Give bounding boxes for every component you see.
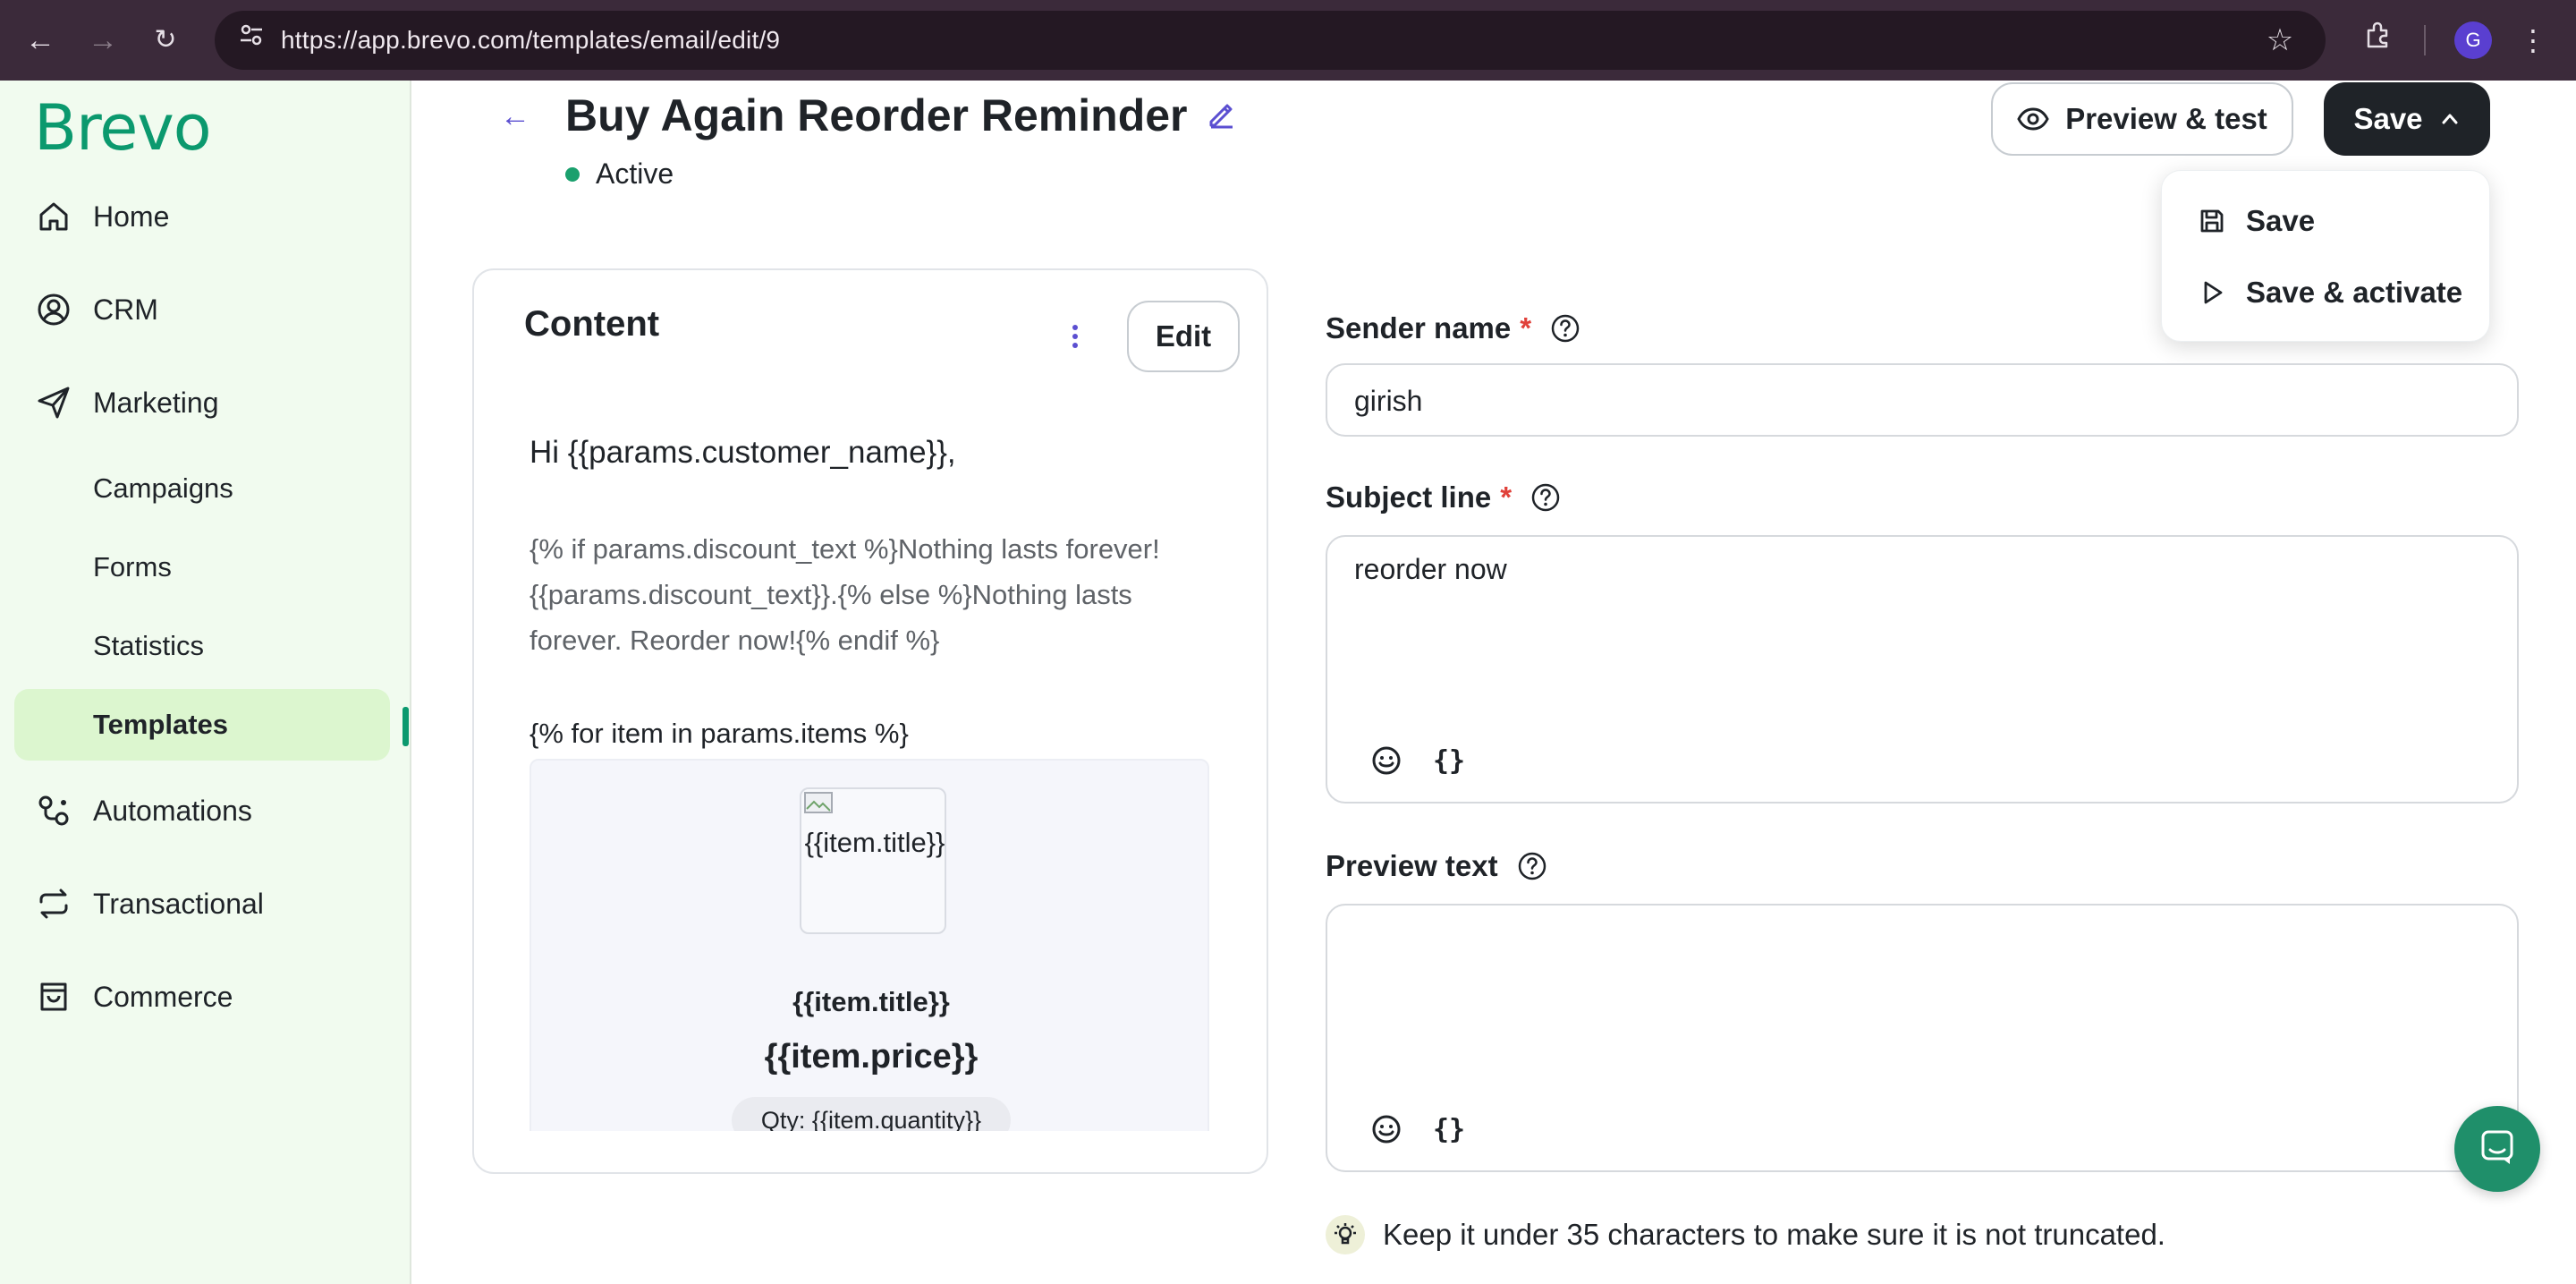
profile-avatar[interactable]: G [2454, 21, 2492, 59]
reload-icon[interactable]: ↻ [145, 20, 186, 61]
status-badge: Active [565, 157, 674, 191]
product-title: {{item.title}} [792, 986, 950, 1017]
forward-icon[interactable]: → [82, 20, 123, 61]
automation-icon [34, 791, 73, 830]
emoji-icon[interactable] [1368, 1111, 1404, 1147]
required-marker: * [1520, 311, 1532, 344]
status-dot [565, 166, 580, 182]
site-settings-icon[interactable] [231, 20, 272, 61]
nav-label: CRM [93, 293, 158, 326]
play-icon [2198, 278, 2228, 307]
browser-toolbar: ← → ↻ https://app.brevo.com/templates/em… [0, 0, 2576, 81]
active-item-indicator [402, 707, 409, 746]
nav-item-home[interactable]: Home [34, 190, 169, 243]
chat-support-button[interactable] [2454, 1106, 2540, 1192]
nav-item-crm[interactable]: CRM [34, 283, 158, 336]
edit-content-button[interactable]: Edit [1127, 301, 1240, 372]
personalization-braces-button[interactable]: {} [1433, 1114, 1465, 1145]
sender-name-value[interactable]: girish [1354, 385, 1422, 418]
preview-text-field[interactable]: {} [1326, 904, 2519, 1172]
menu-item-save-activate[interactable]: Save & activate [2198, 268, 2462, 318]
contact-icon [34, 290, 73, 329]
field-label-text: Sender name [1326, 311, 1512, 344]
menu-item-save[interactable]: Save [2198, 196, 2315, 246]
back-icon[interactable]: ← [20, 20, 61, 61]
content-card-title: Content [524, 304, 660, 344]
help-icon[interactable] [1549, 312, 1581, 344]
brevo-logo[interactable]: Brevo [34, 91, 212, 165]
browser-menu-icon[interactable]: ⋮ [2515, 20, 2551, 61]
product-image-alt: {{item.title}} [804, 827, 945, 858]
emoji-icon[interactable] [1368, 743, 1404, 778]
more-options-icon[interactable] [1057, 319, 1093, 354]
repeat-icon [34, 884, 73, 923]
subject-line-value[interactable]: reorder now [1354, 553, 1507, 586]
nav-label: Transactional [93, 887, 264, 920]
floppy-icon [2198, 207, 2228, 235]
email-preview: Hi {{params.customer_name}}, {% if param… [530, 435, 1209, 1131]
help-icon[interactable] [1530, 481, 1562, 514]
home-icon [34, 197, 73, 236]
nav-label: Marketing [93, 386, 219, 419]
product-quantity-pill: Qty: {{item.quantity}} [732, 1097, 1011, 1131]
sidebar-item-campaigns[interactable]: Campaigns [93, 463, 233, 514]
menu-item-label: Save [2246, 204, 2316, 237]
field-label-text: Preview text [1326, 849, 1498, 882]
bookmark-star-icon[interactable]: ☆ [2259, 20, 2301, 61]
sidebar-item-statistics[interactable]: Statistics [93, 621, 204, 671]
save-button[interactable]: Save [2324, 82, 2490, 156]
nav-item-transactional[interactable]: Transactional [34, 877, 264, 931]
send-icon [34, 383, 73, 422]
email-conditional-text: {% if params.discount_text %}Nothing las… [530, 533, 1160, 656]
nav-label: Home [93, 200, 170, 233]
preview-test-label: Preview & test [2065, 102, 2267, 135]
url-text[interactable]: https://app.brevo.com/templates/email/ed… [281, 11, 780, 70]
nav-label: Automations [93, 794, 252, 827]
tip-text: Keep it under 35 characters to make sure… [1383, 1218, 2165, 1251]
sidebar-item-forms[interactable]: Forms [93, 542, 172, 592]
chat-icon [2476, 1126, 2519, 1173]
product-image-placeholder: {{item.title}} [800, 787, 946, 934]
preview-text-toolbar: {} [1368, 1111, 1465, 1147]
extensions-icon[interactable] [2358, 20, 2399, 61]
nav-item-commerce[interactable]: Commerce [34, 970, 233, 1024]
address-bar[interactable]: https://app.brevo.com/templates/email/ed… [215, 11, 2326, 70]
preview-text-tip: Keep it under 35 characters to make sure… [1326, 1215, 2165, 1254]
subject-line-label: Subject line * [1326, 480, 1562, 514]
save-label: Save [2353, 102, 2423, 135]
chevron-up-icon [2439, 108, 2461, 130]
required-marker: * [1500, 480, 1513, 514]
nav-item-automations[interactable]: Automations [34, 784, 252, 838]
menu-item-label: Save & activate [2246, 276, 2463, 309]
back-arrow-icon[interactable]: ← [497, 98, 533, 134]
subject-line-toolbar: {} [1368, 743, 1465, 778]
preview-test-button[interactable]: Preview & test [1991, 82, 2293, 156]
toolbar-divider [2424, 25, 2426, 55]
sender-name-label: Sender name * [1326, 311, 1581, 345]
email-loop-text: {% for item in params.items %} [530, 718, 909, 749]
sender-name-field[interactable]: girish [1326, 363, 2519, 437]
nav-label: Commerce [93, 980, 233, 1013]
save-dropdown-menu: Save Save & activate [2161, 170, 2490, 342]
sidebar: Brevo Home CRM Marketing Campaigns Forms… [0, 81, 411, 1284]
preview-text-label: Preview text [1326, 849, 1548, 883]
pencil-icon[interactable] [1204, 97, 1243, 136]
bag-icon [34, 977, 73, 1016]
status-text: Active [596, 157, 674, 190]
nav-item-marketing[interactable]: Marketing [34, 376, 219, 429]
page-title: Buy Again Reorder Reminder [565, 90, 1188, 140]
help-icon[interactable] [1516, 850, 1548, 882]
field-label-text: Subject line [1326, 480, 1492, 514]
personalization-braces-button[interactable]: {} [1433, 745, 1465, 777]
product-price: {{item.price}} [764, 1038, 979, 1076]
product-item-block: {{item.title}} {{item.title}} {{item.pri… [530, 759, 1209, 1131]
email-greeting: Hi {{params.customer_name}}, [530, 435, 956, 470]
eye-icon [2017, 103, 2049, 135]
broken-image-icon [801, 789, 837, 816]
lightbulb-icon [1326, 1215, 1365, 1254]
content-card: Content Edit Hi {{params.customer_name}}… [472, 268, 1268, 1174]
sidebar-item-templates[interactable]: Templates [93, 700, 228, 750]
subject-line-field[interactable]: reorder now {} [1326, 535, 2519, 804]
